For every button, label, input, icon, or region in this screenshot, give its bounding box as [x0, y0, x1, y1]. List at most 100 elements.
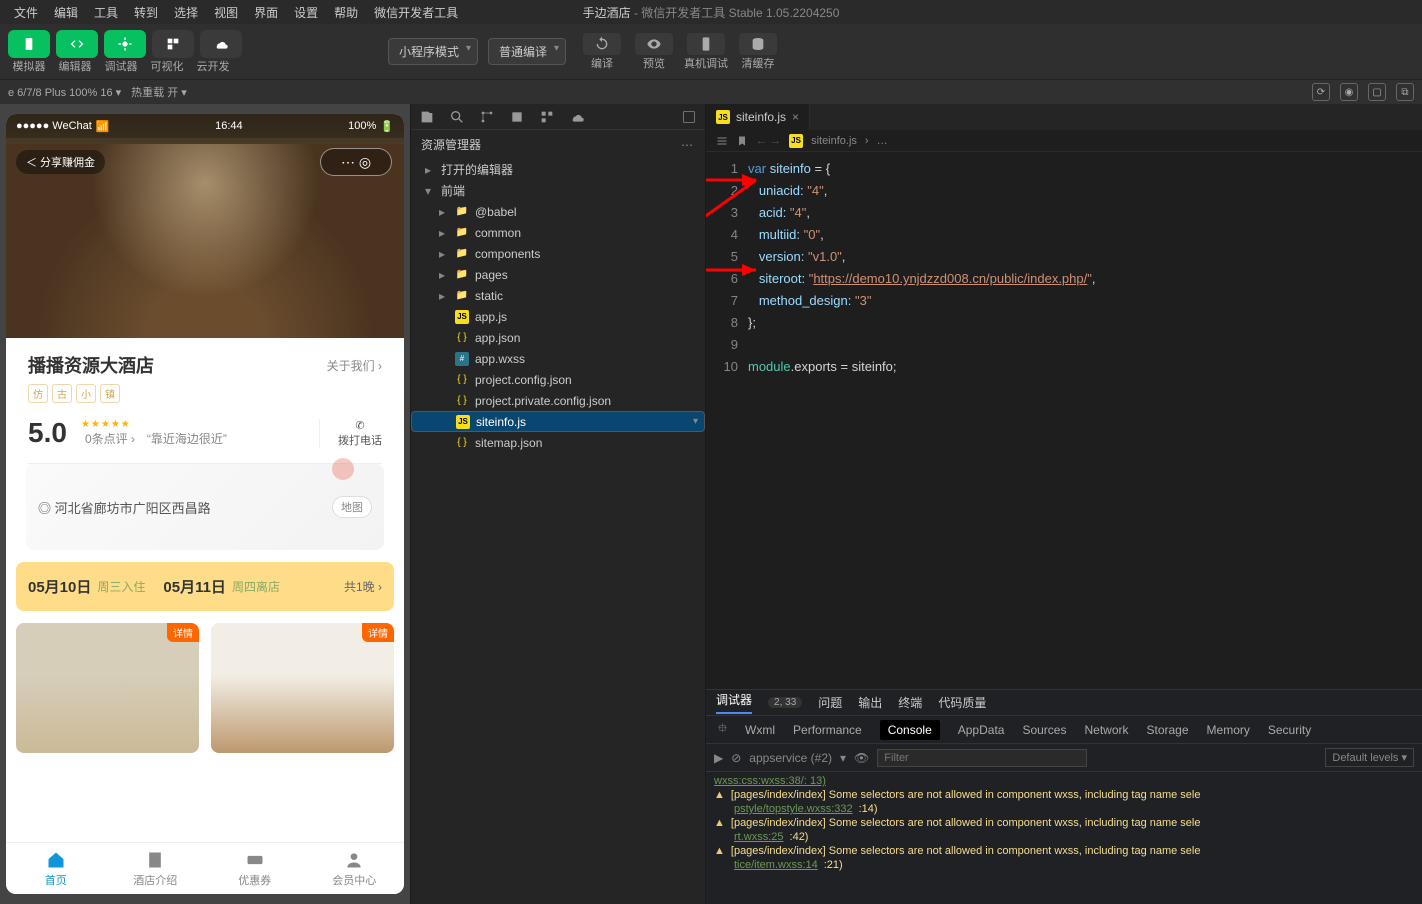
dt-console[interactable]: Console	[880, 720, 940, 740]
folder-static[interactable]: ▸📁static	[411, 285, 705, 306]
console-logs[interactable]: wxss:css:wxss:38/: 13) ▲[pages/index/ind…	[706, 772, 1422, 904]
bookmark-icon[interactable]	[736, 135, 748, 147]
dt-perf[interactable]: Performance	[793, 723, 862, 737]
js-icon: JS	[456, 415, 470, 429]
dt-tab-problems[interactable]: 问题	[818, 694, 842, 711]
compile-select[interactable]: 普通编译	[488, 38, 566, 65]
hotreload-select[interactable]: 热重载 开 ▾	[131, 84, 187, 100]
explorer-more-icon[interactable]: ⋯	[681, 138, 695, 152]
dt-tab-debugger[interactable]: 调试器	[716, 691, 752, 714]
tree-section-editors[interactable]: ▸打开的编辑器	[411, 159, 705, 180]
capsule[interactable]: ⋯ ◎	[320, 148, 392, 176]
refresh-icon[interactable]: ⟳	[1312, 83, 1330, 101]
dt-security[interactable]: Security	[1268, 723, 1311, 737]
dt-tab-quality[interactable]: 代码质量	[938, 694, 986, 711]
folder-icon: 📁	[455, 289, 469, 303]
map-button[interactable]: 地图	[332, 496, 372, 518]
reviews-link[interactable]: 0条点评 ›	[85, 432, 135, 446]
simulator-button[interactable]	[8, 30, 50, 58]
compile-button[interactable]: 编译	[578, 33, 626, 71]
debugger-button[interactable]	[104, 30, 146, 58]
room-card[interactable]: 详情	[211, 623, 394, 753]
menu-help[interactable]: 帮助	[326, 4, 366, 21]
inspect-icon[interactable]: ⯐	[718, 719, 727, 740]
tab-member[interactable]: 会员中心	[305, 843, 405, 894]
file-siteinfo[interactable]: JSsiteinfo.js	[411, 411, 705, 432]
mode-select[interactable]: 小程序模式	[388, 38, 478, 65]
play-icon[interactable]: ▶	[714, 751, 723, 765]
box-icon[interactable]	[509, 109, 525, 125]
float-icon[interactable]: ⧉	[1396, 83, 1414, 101]
stars-icon: ★★★★★	[81, 419, 227, 430]
file-sitemap[interactable]: { }sitemap.json	[411, 432, 705, 453]
folder-components[interactable]: ▸📁components	[411, 243, 705, 264]
menu-wxdev[interactable]: 微信开发者工具	[366, 4, 466, 21]
branch-icon[interactable]	[479, 109, 495, 125]
file-appjson[interactable]: { }app.json	[411, 327, 705, 348]
menu-select[interactable]: 选择	[166, 4, 206, 21]
ext-icon[interactable]	[539, 109, 555, 125]
folder-babel[interactable]: ▸📁@babel	[411, 201, 705, 222]
menu-ui[interactable]: 界面	[246, 4, 286, 21]
filter-input[interactable]	[877, 749, 1087, 767]
share-chip[interactable]: ＜ 分享赚佣金	[16, 150, 105, 174]
breadcrumb-more[interactable]: …	[877, 135, 888, 147]
tree-root[interactable]: ▾前端	[411, 180, 705, 201]
folder-pages[interactable]: ▸📁pages	[411, 264, 705, 285]
files-icon[interactable]	[419, 109, 435, 125]
record-icon[interactable]: ◉	[1340, 83, 1358, 101]
levels-select[interactable]: Default levels ▾	[1325, 748, 1414, 767]
folder-icon: 📁	[455, 247, 469, 261]
room-card[interactable]: 详情	[16, 623, 199, 753]
dt-count: 2, 33	[768, 697, 802, 708]
dt-tab-terminal[interactable]: 终端	[898, 694, 922, 711]
code-area[interactable]: 12345678910 var siteinfo = { uniacid: "4…	[706, 152, 1422, 689]
clear-cache-button[interactable]: 清缓存	[734, 33, 782, 71]
collapse-icon[interactable]	[681, 109, 697, 125]
dt-network[interactable]: Network	[1084, 723, 1128, 737]
close-icon[interactable]: ×	[792, 110, 799, 124]
dt-memory[interactable]: Memory	[1207, 723, 1250, 737]
json-icon: { }	[455, 394, 469, 408]
file-appjs[interactable]: JSapp.js	[411, 306, 705, 327]
visual-label: 可视化	[146, 58, 188, 74]
list-icon[interactable]	[716, 135, 728, 147]
call-button[interactable]: ✆ 拨打电话	[319, 419, 382, 448]
context-select[interactable]: appservice (#2)	[749, 751, 832, 765]
dt-tab-output[interactable]: 输出	[858, 694, 882, 711]
editor-tab-siteinfo[interactable]: JS siteinfo.js ×	[706, 104, 810, 130]
menu-tools[interactable]: 工具	[86, 4, 126, 21]
tab-coupon[interactable]: 优惠券	[205, 843, 305, 894]
clear-icon[interactable]: ⊘	[731, 751, 741, 765]
editor-button[interactable]	[56, 30, 98, 58]
visual-button[interactable]	[152, 30, 194, 58]
file-projprivate[interactable]: { }project.private.config.json	[411, 390, 705, 411]
device-select[interactable]: e 6/7/8 Plus 100% 16 ▾	[8, 86, 121, 99]
cloud2-icon[interactable]	[569, 109, 585, 125]
folder-common[interactable]: ▸📁common	[411, 222, 705, 243]
search-icon[interactable]	[449, 109, 465, 125]
date-bar[interactable]: 05月10日 周三入住 05月11日 周四离店 共1晚 ›	[16, 562, 394, 611]
preview-button[interactable]: 预览	[630, 33, 678, 71]
breadcrumb-file[interactable]: siteinfo.js	[811, 135, 857, 147]
tab-home[interactable]: 首页	[6, 843, 106, 894]
file-projconfig[interactable]: { }project.config.json	[411, 369, 705, 390]
eye-icon[interactable]: 👁	[854, 751, 869, 765]
device-icon[interactable]: ▢	[1368, 83, 1386, 101]
menu-goto[interactable]: 转到	[126, 4, 166, 21]
file-appwxss[interactable]: #app.wxss	[411, 348, 705, 369]
dt-storage[interactable]: Storage	[1147, 723, 1189, 737]
menu-edit[interactable]: 编辑	[46, 4, 86, 21]
explorer-panel: 资源管理器⋯ ▸打开的编辑器 ▾前端 ▸📁@babel ▸📁common ▸📁c…	[410, 104, 706, 904]
menu-view[interactable]: 视图	[206, 4, 246, 21]
about-link[interactable]: 关于我们 ›	[327, 357, 382, 374]
remote-debug-button[interactable]: 真机调试	[682, 33, 730, 71]
tab-intro[interactable]: 酒店介绍	[106, 843, 206, 894]
menu-file[interactable]: 文件	[6, 4, 46, 21]
dt-wxml[interactable]: Wxml	[745, 723, 775, 737]
dt-appdata[interactable]: AppData	[958, 723, 1005, 737]
cloud-button[interactable]	[200, 30, 242, 58]
js-icon: JS	[455, 310, 469, 324]
menu-settings[interactable]: 设置	[286, 4, 326, 21]
dt-sources[interactable]: Sources	[1022, 723, 1066, 737]
